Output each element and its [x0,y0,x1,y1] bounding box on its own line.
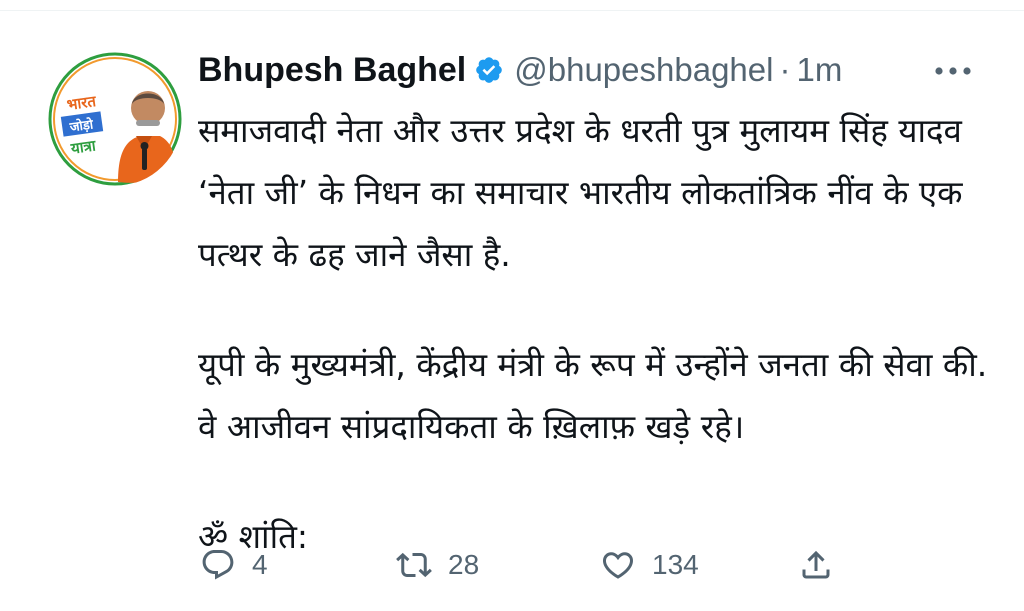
heart-icon [602,552,634,579]
tweet-paragraph-2: यूपी के मुख्यमंत्री, केंद्रीय मंत्री के … [198,345,988,446]
tweet-actions-bar: 4 28 134 [200,540,850,590]
reply-button[interactable]: 4 [200,540,268,590]
verified-badge-icon [474,55,504,85]
tweet-paragraph-1: समाजवादी नेता और उत्तर प्रदेश के धरती पु… [198,111,963,274]
timestamp[interactable]: 1m [796,51,842,89]
like-button[interactable]: 134 [600,540,699,590]
avatar-image: भारत जोड़ो यात्रा [48,52,182,186]
share-button[interactable] [798,540,834,590]
retweet-count: 28 [448,549,480,580]
more-options-button[interactable] [928,54,978,88]
retweet-button[interactable]: 28 [396,540,479,590]
avatar[interactable]: भारत जोड़ो यात्रा [48,52,182,186]
more-icon [935,67,971,75]
retweet-icon [396,552,432,578]
avatar-badge-line-3: यात्रा [69,136,98,158]
top-divider [0,10,1024,11]
author-name[interactable]: Bhupesh Baghel [198,51,466,90]
separator-dot: · [779,51,791,88]
share-icon [802,550,830,579]
tweet-header: Bhupesh Baghel @bhupeshbaghel · 1m [198,46,842,94]
author-handle[interactable]: @bhupeshbaghel [514,51,773,89]
tweet-text: समाजवादी नेता और उत्तर प्रदेश के धरती पु… [198,100,988,568]
reply-icon [202,550,234,580]
like-count: 134 [652,549,699,580]
reply-count: 4 [252,549,268,580]
